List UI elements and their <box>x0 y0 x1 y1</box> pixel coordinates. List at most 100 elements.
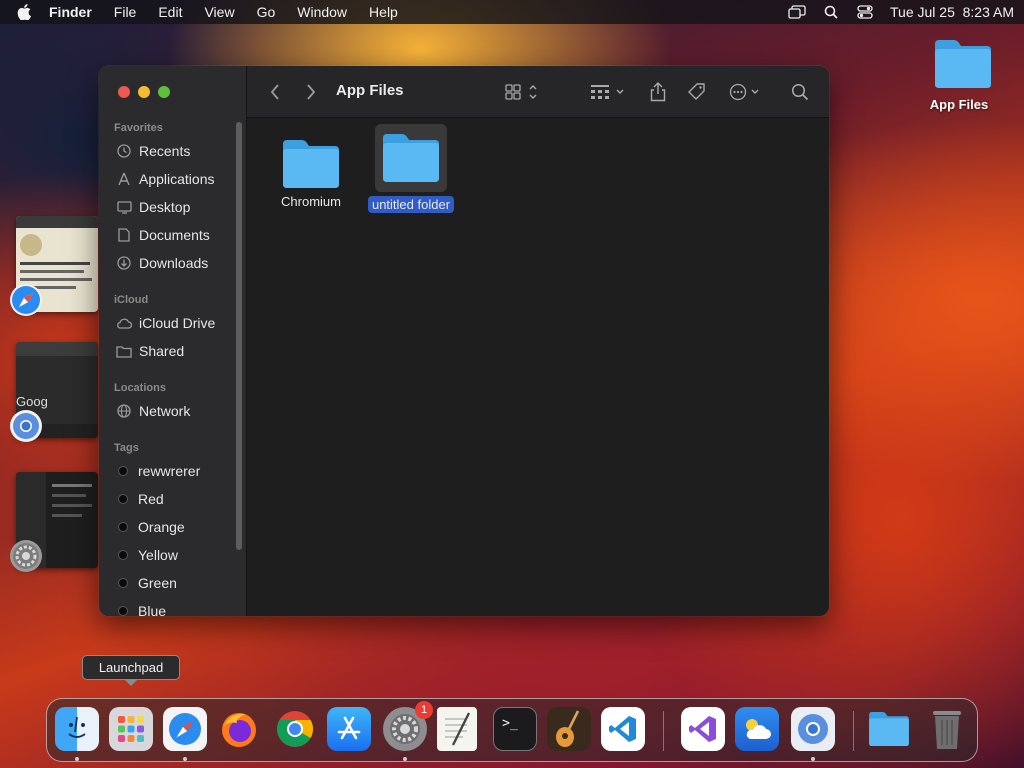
folder-icon-wrap <box>375 124 447 192</box>
icon-grid-icon <box>505 84 537 100</box>
menu-app-name[interactable]: Finder <box>38 0 103 24</box>
sidebar-item-downloads[interactable]: Downloads <box>115 251 208 275</box>
tag-dot <box>118 550 128 560</box>
dock-trash-icon[interactable] <box>925 707 969 751</box>
sidebar-item-label: Applications <box>139 171 215 187</box>
control-center-icon[interactable] <box>856 3 874 21</box>
dock-garageband-icon[interactable] <box>547 707 591 751</box>
desktop-icon <box>115 198 133 216</box>
dock-system-settings-icon[interactable]: 1 <box>383 701 433 751</box>
sidebar-item-label: Yellow <box>138 547 178 563</box>
sidebar-item-network[interactable]: Network <box>115 399 190 423</box>
zoom-button[interactable] <box>158 86 170 98</box>
dock-app-files-folder-icon[interactable] <box>867 707 911 751</box>
dock-safari-icon[interactable] <box>163 707 207 751</box>
sidebar-section-tags: Tags <box>114 442 139 454</box>
stage-window-safari[interactable] <box>10 216 98 316</box>
tag-button[interactable] <box>685 80 709 104</box>
sidebar-item-icloud-drive[interactable]: iCloud Drive <box>115 311 215 335</box>
apple-menu-icon[interactable] <box>10 4 38 20</box>
stage-window-chromium[interactable]: Goog <box>10 342 98 442</box>
back-button[interactable] <box>265 80 285 104</box>
window-title: App Files <box>336 82 404 99</box>
sidebar-item-shared[interactable]: Shared <box>115 339 184 363</box>
tag-dot <box>118 466 128 476</box>
group-grid-icon <box>591 85 624 99</box>
sidebar-item-label: Network <box>139 403 191 419</box>
stage-window-settings[interactable] <box>10 472 98 572</box>
folder-icon-wrap <box>275 138 347 190</box>
finder-window: Favorites Recents Applications Desktop D… <box>99 66 829 616</box>
share-icon <box>650 82 666 102</box>
view-mode-button[interactable] <box>503 80 543 104</box>
tag-dot <box>118 606 128 616</box>
dock-terminal-icon[interactable]: >_ <box>493 707 537 751</box>
more-actions-button[interactable] <box>727 80 765 104</box>
sidebar-item-documents[interactable]: Documents <box>115 223 210 247</box>
sidebar-item-applications[interactable]: Applications <box>115 167 215 191</box>
tooltip-tail <box>124 679 138 686</box>
sidebar-tag-red[interactable]: Red <box>115 487 164 511</box>
menu-help[interactable]: Help <box>358 0 409 24</box>
menu-go[interactable]: Go <box>246 0 287 24</box>
globe-icon <box>115 402 133 420</box>
sidebar-item-recents[interactable]: Recents <box>115 139 190 163</box>
tag-dot <box>118 578 128 588</box>
share-button[interactable] <box>647 80 669 104</box>
dock-firefox-icon[interactable] <box>217 707 261 751</box>
chevron-left-icon <box>270 84 279 100</box>
file-item-chromium[interactable]: Chromium <box>275 138 347 209</box>
file-area[interactable]: Chromium untitled folder <box>247 118 829 616</box>
running-indicator <box>403 757 407 761</box>
sidebar-item-label: Recents <box>139 143 191 159</box>
forward-button[interactable] <box>301 80 321 104</box>
sidebar-item-desktop[interactable]: Desktop <box>115 195 190 219</box>
file-item-untitled-folder[interactable]: untitled folder <box>367 124 455 214</box>
dock-launchpad-icon[interactable] <box>109 707 153 751</box>
sidebar: Favorites Recents Applications Desktop D… <box>99 66 247 616</box>
sidebar-tag-green[interactable]: Green <box>115 571 177 595</box>
sidebar-item-label: Desktop <box>139 199 191 215</box>
dock-vscode-icon[interactable] <box>601 707 645 751</box>
sidebar-item-label: iCloud Drive <box>139 315 216 331</box>
document-icon <box>115 226 133 244</box>
sidebar-section-locations: Locations <box>114 382 166 394</box>
dock: 1 >_ <box>46 698 978 762</box>
spotlight-icon[interactable] <box>822 3 840 21</box>
sidebar-tag-blue[interactable]: Blue <box>115 599 166 616</box>
close-button[interactable] <box>118 86 130 98</box>
search-button[interactable] <box>789 80 811 104</box>
running-indicator <box>183 757 187 761</box>
screen-mirroring-icon[interactable] <box>788 3 806 21</box>
sidebar-item-label: Shared <box>139 343 185 359</box>
group-button[interactable] <box>589 80 629 104</box>
window-controls <box>118 86 170 98</box>
dock-app-store-icon[interactable] <box>327 707 371 751</box>
desktop-folder[interactable]: App Files <box>920 38 998 112</box>
folder-icon <box>283 140 339 188</box>
menu-edit[interactable]: Edit <box>147 0 193 24</box>
desktop-folder-label: App Files <box>929 97 989 112</box>
sidebar-tag-yellow[interactable]: Yellow <box>115 543 178 567</box>
dock-textedit-icon[interactable] <box>437 707 477 751</box>
folder-icon <box>383 134 439 182</box>
dock-weather-icon[interactable] <box>735 707 779 751</box>
dock-finder-icon[interactable] <box>55 707 99 751</box>
sidebar-item-label: Blue <box>138 603 167 616</box>
sidebar-scrollbar[interactable] <box>236 122 242 550</box>
menu-view[interactable]: View <box>193 0 245 24</box>
clock[interactable]: Tue Jul 25 8:23 AM <box>890 4 1014 20</box>
sidebar-item-label: Green <box>138 575 177 591</box>
sidebar-tag-rewwrerer[interactable]: rewwrerer <box>115 459 200 483</box>
toolbar: App Files <box>247 66 829 118</box>
dock-visual-studio-icon[interactable] <box>681 707 725 751</box>
shared-folder-icon <box>115 342 133 360</box>
chevron-right-icon <box>307 84 316 100</box>
menu-file[interactable]: File <box>103 0 148 24</box>
dock-chrome-icon[interactable] <box>273 707 317 751</box>
sidebar-section-favorites: Favorites <box>114 122 163 134</box>
dock-chromium-icon[interactable] <box>791 707 835 751</box>
minimize-button[interactable] <box>138 86 150 98</box>
menu-window[interactable]: Window <box>286 0 358 24</box>
sidebar-tag-orange[interactable]: Orange <box>115 515 185 539</box>
